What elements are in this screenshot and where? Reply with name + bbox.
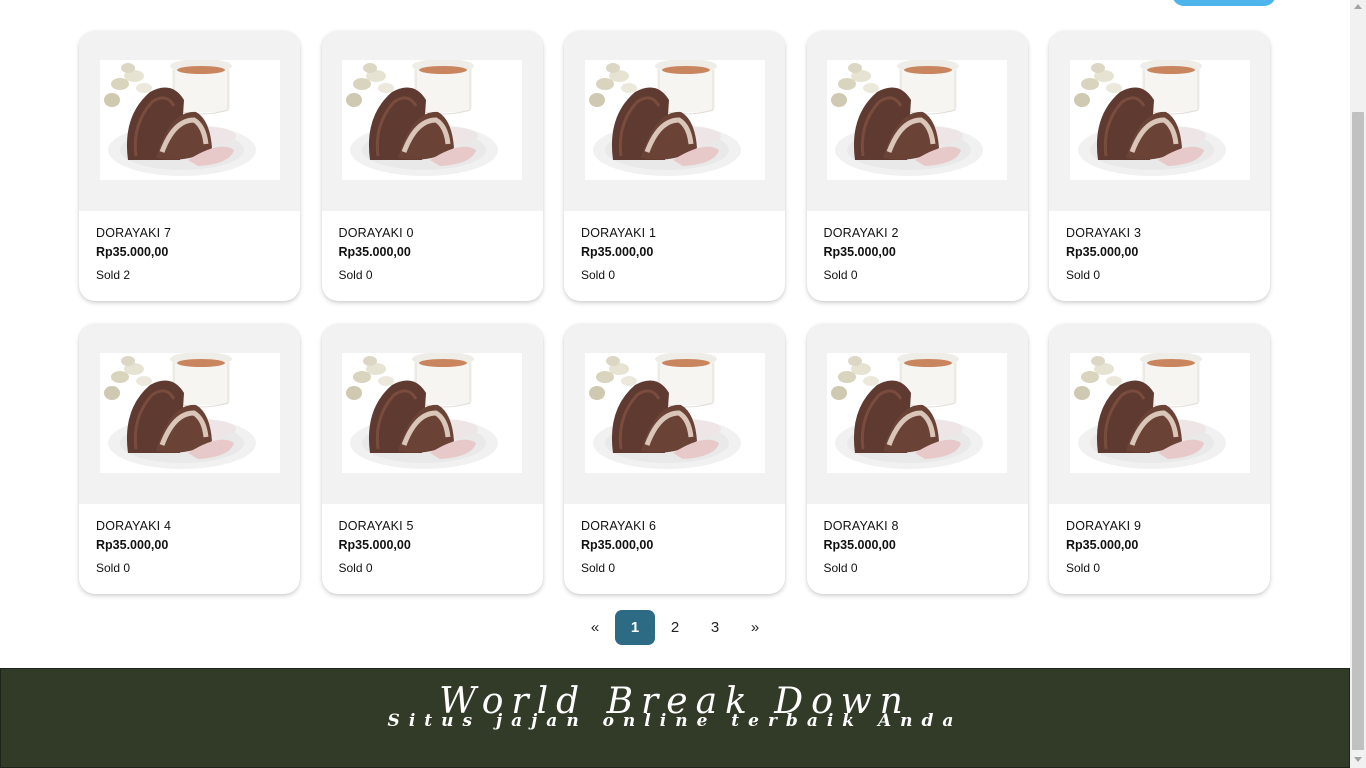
product-sold-count: Sold 0 <box>338 268 373 282</box>
product-card[interactable]: DORAYAKI 9 Rp35.000,00 Sold 0 <box>1049 324 1270 594</box>
product-name[interactable]: DORAYAKI 0 <box>339 226 526 241</box>
product-sold-count: Sold 0 <box>1066 561 1101 575</box>
dorayaki-photo <box>99 353 280 473</box>
product-price: Rp35.000,00 <box>1066 245 1139 259</box>
product-info: DORAYAKI 4 Rp35.000,00 Sold 0 <box>79 504 300 576</box>
product-price: Rp35.000,00 <box>1066 538 1139 552</box>
product-name[interactable]: DORAYAKI 1 <box>581 226 768 241</box>
vertical-scrollbar[interactable] <box>1350 0 1366 768</box>
top-action-button[interactable] <box>1172 0 1276 6</box>
dorayaki-photo <box>99 60 280 180</box>
product-image[interactable] <box>1049 31 1270 211</box>
dorayaki-photo <box>1069 353 1250 473</box>
product-image[interactable] <box>79 324 300 504</box>
product-sold-count: Sold 0 <box>581 561 616 575</box>
product-image[interactable] <box>79 31 300 211</box>
scroll-down-arrow-icon[interactable] <box>1354 757 1362 762</box>
product-card[interactable]: DORAYAKI 1 Rp35.000,00 Sold 0 <box>564 31 785 301</box>
product-image[interactable] <box>321 324 543 504</box>
dorayaki-photo <box>584 353 765 473</box>
dorayaki-photo <box>1069 60 1250 180</box>
product-name[interactable]: DORAYAKI 8 <box>824 519 1011 534</box>
product-name[interactable]: DORAYAKI 2 <box>824 226 1011 241</box>
product-sold-count: Sold 0 <box>338 561 373 575</box>
product-card[interactable]: DORAYAKI 0 Rp35.000,00 Sold 0 <box>321 31 543 301</box>
product-info: DORAYAKI 9 Rp35.000,00 Sold 0 <box>1049 504 1270 576</box>
product-info: DORAYAKI 8 Rp35.000,00 Sold 0 <box>807 504 1028 576</box>
product-image[interactable] <box>321 31 543 211</box>
footer: World Break Down Situs jajan online terb… <box>0 668 1350 768</box>
product-grid: DORAYAKI 7 Rp35.000,00 Sold 2 DORAYAKI 0… <box>79 31 1270 594</box>
product-name[interactable]: DORAYAKI 7 <box>96 226 283 241</box>
pagination-page-1[interactable]: 1 <box>615 610 655 645</box>
product-name[interactable]: DORAYAKI 9 <box>1066 519 1253 534</box>
dorayaki-photo <box>827 60 1007 180</box>
pagination-next-button[interactable]: » <box>735 610 775 645</box>
footer-subtitle: Situs jajan online terbaik Anda <box>387 711 963 731</box>
product-sold-count: Sold 0 <box>581 268 616 282</box>
product-card[interactable]: DORAYAKI 4 Rp35.000,00 Sold 0 <box>79 324 300 594</box>
product-price: Rp35.000,00 <box>338 538 411 552</box>
product-price: Rp35.000,00 <box>96 245 169 259</box>
product-sold-count: Sold 0 <box>823 268 858 282</box>
product-name[interactable]: DORAYAKI 4 <box>96 519 283 534</box>
product-card[interactable]: DORAYAKI 3 Rp35.000,00 Sold 0 <box>1049 31 1270 301</box>
product-image[interactable] <box>806 31 1028 211</box>
scroll-thumb[interactable] <box>1352 112 1364 750</box>
product-card[interactable]: DORAYAKI 8 Rp35.000,00 Sold 0 <box>806 324 1028 594</box>
pagination-page-2[interactable]: 2 <box>655 610 695 645</box>
product-image[interactable] <box>564 31 785 211</box>
pagination-page-3[interactable]: 3 <box>695 610 735 645</box>
product-info: DORAYAKI 5 Rp35.000,00 Sold 0 <box>322 504 543 576</box>
product-price: Rp35.000,00 <box>581 538 654 552</box>
product-image[interactable] <box>564 324 785 504</box>
dorayaki-photo <box>584 60 765 180</box>
product-sold-count: Sold 0 <box>96 561 131 575</box>
page: DORAYAKI 7 Rp35.000,00 Sold 2 DORAYAKI 0… <box>0 0 1350 768</box>
product-price: Rp35.000,00 <box>581 245 654 259</box>
product-info: DORAYAKI 6 Rp35.000,00 Sold 0 <box>564 504 785 576</box>
product-sold-count: Sold 0 <box>823 561 858 575</box>
product-info: DORAYAKI 2 Rp35.000,00 Sold 0 <box>807 211 1028 283</box>
scroll-up-arrow-icon[interactable] <box>1354 4 1362 9</box>
dorayaki-photo <box>342 353 522 473</box>
product-info: DORAYAKI 1 Rp35.000,00 Sold 0 <box>564 211 785 283</box>
dorayaki-photo <box>827 353 1007 473</box>
product-name[interactable]: DORAYAKI 6 <box>581 519 768 534</box>
dorayaki-photo <box>342 60 522 180</box>
product-info: DORAYAKI 7 Rp35.000,00 Sold 2 <box>79 211 300 283</box>
product-price: Rp35.000,00 <box>823 245 896 259</box>
product-sold-count: Sold 0 <box>1066 268 1101 282</box>
product-price: Rp35.000,00 <box>823 538 896 552</box>
product-price: Rp35.000,00 <box>338 245 411 259</box>
pagination-prev-button[interactable]: « <box>575 610 615 645</box>
product-price: Rp35.000,00 <box>96 538 169 552</box>
product-card[interactable]: DORAYAKI 7 Rp35.000,00 Sold 2 <box>79 31 300 301</box>
product-card[interactable]: DORAYAKI 6 Rp35.000,00 Sold 0 <box>564 324 785 594</box>
product-info: DORAYAKI 0 Rp35.000,00 Sold 0 <box>322 211 543 283</box>
pagination: « 1 2 3 » <box>575 610 775 645</box>
product-info: DORAYAKI 3 Rp35.000,00 Sold 0 <box>1049 211 1270 283</box>
product-card[interactable]: DORAYAKI 2 Rp35.000,00 Sold 0 <box>806 31 1028 301</box>
product-image[interactable] <box>1049 324 1270 504</box>
product-image[interactable] <box>806 324 1028 504</box>
product-name[interactable]: DORAYAKI 5 <box>339 519 526 534</box>
product-card[interactable]: DORAYAKI 5 Rp35.000,00 Sold 0 <box>321 324 543 594</box>
product-sold-count: Sold 2 <box>96 268 131 282</box>
product-name[interactable]: DORAYAKI 3 <box>1066 226 1253 241</box>
